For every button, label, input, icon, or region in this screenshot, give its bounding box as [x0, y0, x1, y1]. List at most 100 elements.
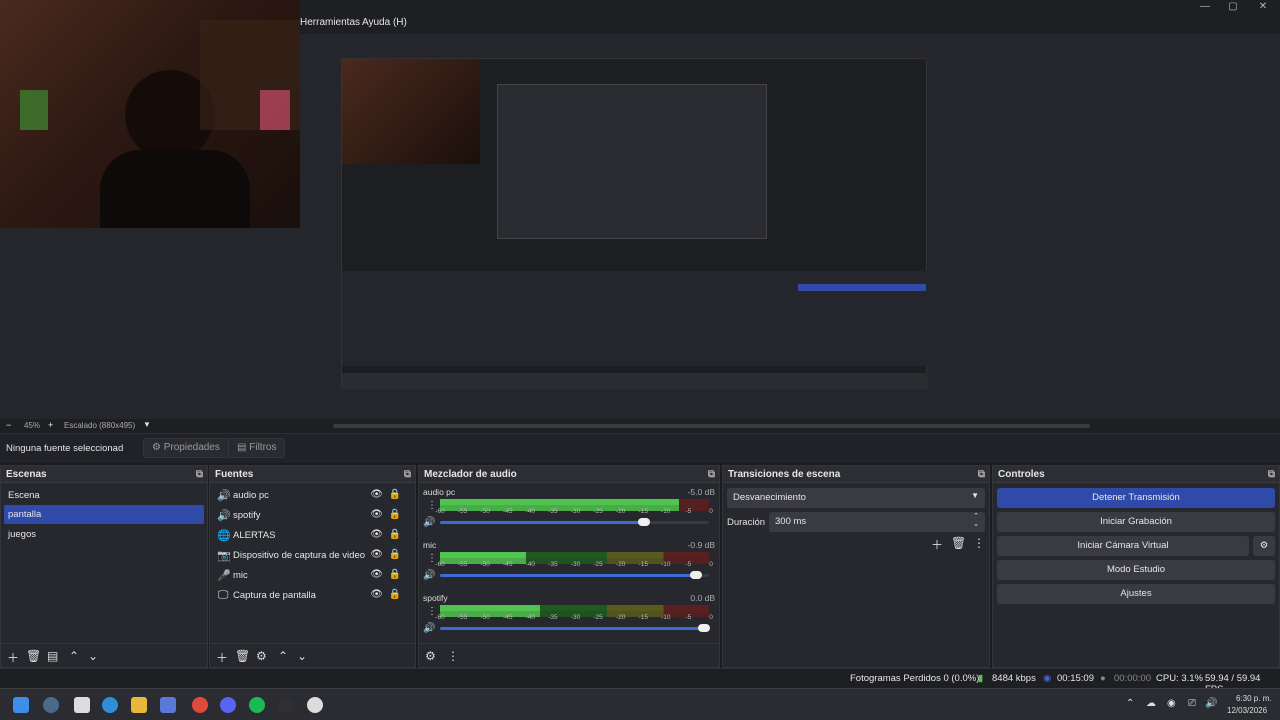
add-icon[interactable]: ＋ — [931, 536, 943, 553]
duration-value: 300 ms — [775, 516, 807, 527]
scene-item-juegos[interactable]: juegos — [4, 525, 204, 544]
undock-icon[interactable]: ⧉ — [404, 469, 411, 480]
chevron-up-icon[interactable]: ⌃ — [69, 649, 79, 663]
lock-icon[interactable]: 🔒 — [389, 569, 401, 580]
virtual-camera-settings-button[interactable]: ⚙ — [1253, 536, 1275, 556]
file-explorer-icon[interactable] — [131, 697, 147, 713]
eye-icon[interactable]: 👁 — [370, 509, 383, 520]
advanced-audio-icon[interactable]: ⚙ — [425, 649, 436, 663]
add-icon[interactable]: ＋ — [7, 649, 19, 666]
lock-icon[interactable]: 🔒 — [389, 509, 401, 520]
clock-time[interactable]: 6:30 p. m. — [1236, 694, 1272, 703]
chevron-up-icon[interactable]: ⌃ — [278, 649, 288, 663]
app-icon[interactable] — [278, 697, 294, 713]
volume-knob[interactable] — [638, 518, 651, 526]
scale-tick: -55 — [457, 614, 468, 621]
scale-tick: -40 — [525, 614, 536, 621]
obs-icon[interactable] — [307, 697, 323, 713]
filter-icon: ▤ — [237, 442, 250, 453]
source-item[interactable]: 🔊 audio pc 👁 🔒 — [214, 486, 407, 505]
volume-icon[interactable]: 🔊 — [1205, 698, 1217, 709]
volume-slider[interactable] — [440, 518, 709, 526]
clock-date[interactable]: 12/03/2026 — [1227, 706, 1267, 715]
chevron-down-icon[interactable]: ▼ — [143, 420, 151, 429]
volume-knob[interactable] — [689, 571, 702, 579]
windows-start-icon[interactable] — [13, 697, 29, 713]
undock-icon[interactable]: ⧉ — [196, 469, 203, 480]
eye-icon[interactable]: 👁 — [370, 589, 383, 600]
spotify-icon[interactable] — [249, 697, 265, 713]
menu-dots-icon[interactable]: ⋮ — [447, 649, 459, 663]
scale-tick: -15 — [638, 561, 648, 568]
transition-select[interactable]: Desvanecimiento ▼ — [727, 488, 985, 508]
minimize-button[interactable]: — — [1190, 0, 1220, 14]
duration-input[interactable]: 300 ms ⌃ ⌄ — [769, 512, 985, 532]
menu-dots-icon[interactable]: ⋮ — [973, 536, 985, 550]
studio-mode-button[interactable]: Modo Estudio — [997, 560, 1275, 580]
zoom-in-button[interactable]: + — [48, 420, 53, 430]
undock-icon[interactable]: ⧉ — [1268, 469, 1275, 480]
eye-icon[interactable]: 👁 — [370, 489, 383, 500]
lock-icon[interactable]: 🔒 — [389, 549, 401, 560]
lock-icon[interactable]: 🔒 — [389, 489, 401, 500]
scale-tick: -5 — [685, 508, 692, 515]
undock-icon[interactable]: ⧉ — [978, 469, 985, 480]
chevron-down-icon[interactable]: ⌄ — [297, 649, 307, 663]
start-virtual-camera-button[interactable]: Iniciar Cámara Virtual — [997, 536, 1249, 556]
source-item[interactable]: 🔊 spotify 👁 🔒 — [214, 506, 407, 525]
scale-tick: -40 — [525, 561, 536, 568]
menu-help[interactable]: Ayuda (H) — [362, 17, 407, 28]
lock-icon[interactable]: 🔒 — [389, 589, 401, 600]
network-icon[interactable]: ⎚ — [1188, 698, 1196, 709]
store-icon[interactable] — [160, 697, 176, 713]
trash-icon[interactable]: 🗑 — [951, 536, 966, 550]
stop-stream-button[interactable]: Detener Transmisión — [997, 488, 1275, 508]
bitrate: 8484 kbps — [992, 673, 1036, 684]
mixer-toolbar: ⚙ ⋮ — [419, 643, 719, 667]
volume-slider[interactable] — [440, 571, 709, 579]
app-tray-icon[interactable]: ◉ — [1167, 698, 1176, 709]
lock-icon[interactable]: 🔒 — [389, 529, 401, 540]
eye-icon[interactable]: 👁 — [370, 529, 383, 540]
source-item[interactable]: 🖵 Captura de pantalla 👁 🔒 — [214, 586, 407, 605]
source-item[interactable]: 🎤 mic 👁 🔒 — [214, 566, 407, 585]
add-icon[interactable]: ＋ — [216, 649, 228, 666]
settings-button[interactable]: Ajustes — [997, 584, 1275, 604]
scene-item-escena[interactable]: Escena — [4, 486, 204, 505]
speaker-icon[interactable]: 🔊 — [423, 623, 435, 634]
eye-icon[interactable]: 👁 — [370, 549, 383, 560]
close-button[interactable]: ✕ — [1248, 0, 1278, 14]
filters-button[interactable]: ▤ Filtros — [228, 438, 286, 458]
gear-icon[interactable]: ⚙ — [256, 649, 267, 663]
scale-tick: -50 — [480, 614, 490, 621]
start-recording-button[interactable]: Iniciar Grabación — [997, 512, 1275, 532]
discord-icon[interactable] — [220, 697, 236, 713]
volume-knob[interactable] — [697, 624, 710, 632]
zoom-out-button[interactable]: − — [6, 420, 11, 430]
speaker-icon[interactable]: 🔊 — [423, 517, 435, 528]
filter-icon[interactable]: ▤ — [47, 649, 58, 663]
chrome-icon[interactable] — [192, 697, 208, 713]
volume-slider[interactable] — [440, 624, 710, 632]
chevron-up-icon[interactable]: ⌃ — [1126, 698, 1134, 709]
chevron-down-icon[interactable]: ⌄ — [88, 649, 98, 663]
source-label: ALERTAS — [233, 530, 276, 541]
undock-icon[interactable]: ⧉ — [708, 469, 715, 480]
preview-scrollbar[interactable] — [333, 424, 1090, 428]
maximize-button[interactable]: ▢ — [1218, 0, 1248, 14]
task-view-icon[interactable] — [74, 697, 90, 713]
speaker-icon[interactable]: 🔊 — [423, 570, 435, 581]
edge-icon[interactable] — [102, 697, 118, 713]
trash-icon[interactable]: 🗑 — [235, 649, 250, 663]
menu-tools[interactable]: Herramientas — [300, 17, 360, 28]
properties-button[interactable]: ⚙ Propiedades — [143, 438, 229, 458]
spinner-icon[interactable]: ⌃ ⌄ — [973, 513, 979, 529]
trash-icon[interactable]: 🗑 — [26, 649, 41, 663]
sources-dock: Fuentes ⧉ 🔊 audio pc 👁 🔒 🔊 spotify 👁 🔒 🌐 ALERTAS 👁 🔒… — [209, 465, 416, 668]
search-icon[interactable] — [43, 697, 59, 713]
eye-icon[interactable]: 👁 — [370, 569, 383, 580]
cloud-icon[interactable]: ☁ — [1146, 698, 1156, 709]
source-item[interactable]: 📷 Dispositivo de captura de video 👁 🔒 — [214, 546, 407, 565]
source-item[interactable]: 🌐 ALERTAS 👁 🔒 — [214, 526, 407, 545]
scene-item-pantalla[interactable]: pantalla — [4, 505, 204, 524]
